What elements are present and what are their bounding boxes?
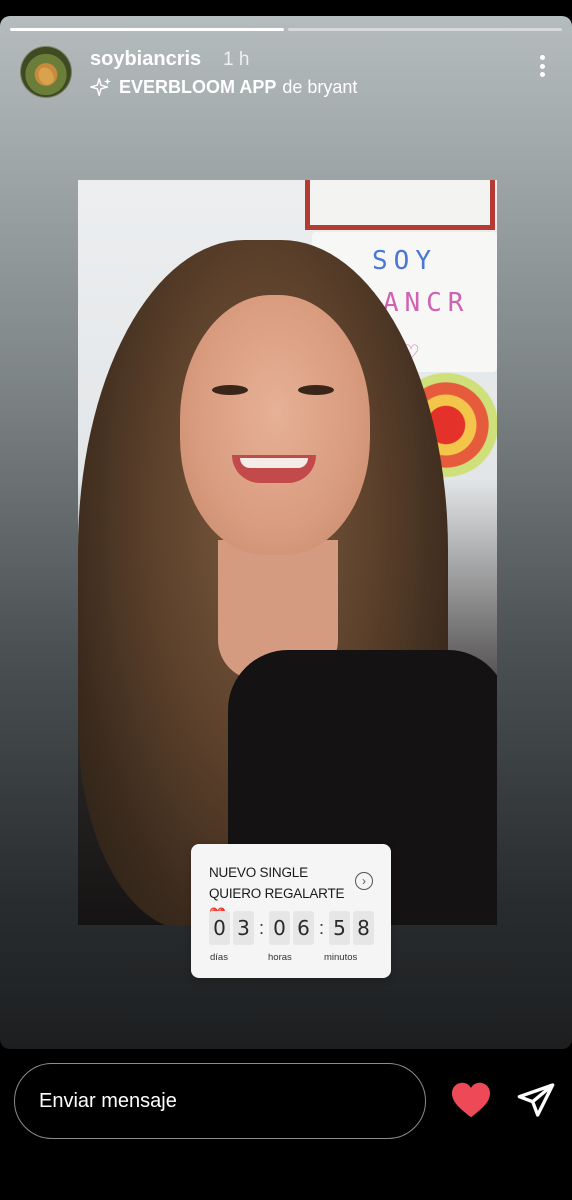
message-placeholder: Enviar mensaje (39, 1089, 177, 1112)
digit: 6 (293, 911, 314, 945)
digit: 0 (209, 911, 230, 945)
digit: 0 (269, 911, 290, 945)
progress-segment (10, 28, 284, 31)
avatar[interactable] (20, 46, 72, 98)
effect-author: de bryant (282, 76, 358, 97)
person-face (180, 295, 370, 555)
heart-icon[interactable] (450, 1081, 492, 1119)
time-ago: 1 h (223, 49, 250, 70)
countdown-sticker[interactable]: NUEVO SINGLE QUIERO REGALARTE❤️ › 0 3 : … (191, 844, 391, 978)
wall-frame (305, 180, 495, 230)
effect-attribution[interactable]: EVERBLOOM APP de bryant (90, 76, 357, 98)
story-header: soybiancris 1 h EVERBLOOM APP de bryant (20, 46, 556, 98)
unit-label: días (210, 952, 228, 963)
digit: 8 (353, 911, 374, 945)
digit: 3 (233, 911, 254, 945)
digit: 5 (329, 911, 350, 945)
story-viewer[interactable]: soybiancris 1 h EVERBLOOM APP de bryant … (0, 16, 572, 1049)
unit-label: horas (268, 952, 292, 963)
colon: : (318, 917, 324, 938)
chevron-right-icon[interactable]: › (355, 872, 373, 890)
progress-segment (288, 28, 562, 31)
username[interactable]: soybiancris (90, 48, 201, 71)
effect-name: EVERBLOOM APP (119, 76, 277, 97)
countdown-digits: 0 3 : 0 6 : 5 8 (209, 911, 377, 945)
story-progress (10, 28, 562, 31)
more-icon[interactable] (532, 50, 552, 82)
message-input[interactable]: Enviar mensaje (14, 1063, 426, 1139)
unit-label: minutos (324, 952, 358, 963)
story-photo: SOY BIANCR ♡ (78, 180, 497, 925)
colon: : (258, 917, 264, 938)
sparkle-icon (90, 77, 112, 96)
reply-bar: Enviar mensaje (0, 1049, 572, 1200)
send-icon[interactable] (516, 1080, 556, 1120)
